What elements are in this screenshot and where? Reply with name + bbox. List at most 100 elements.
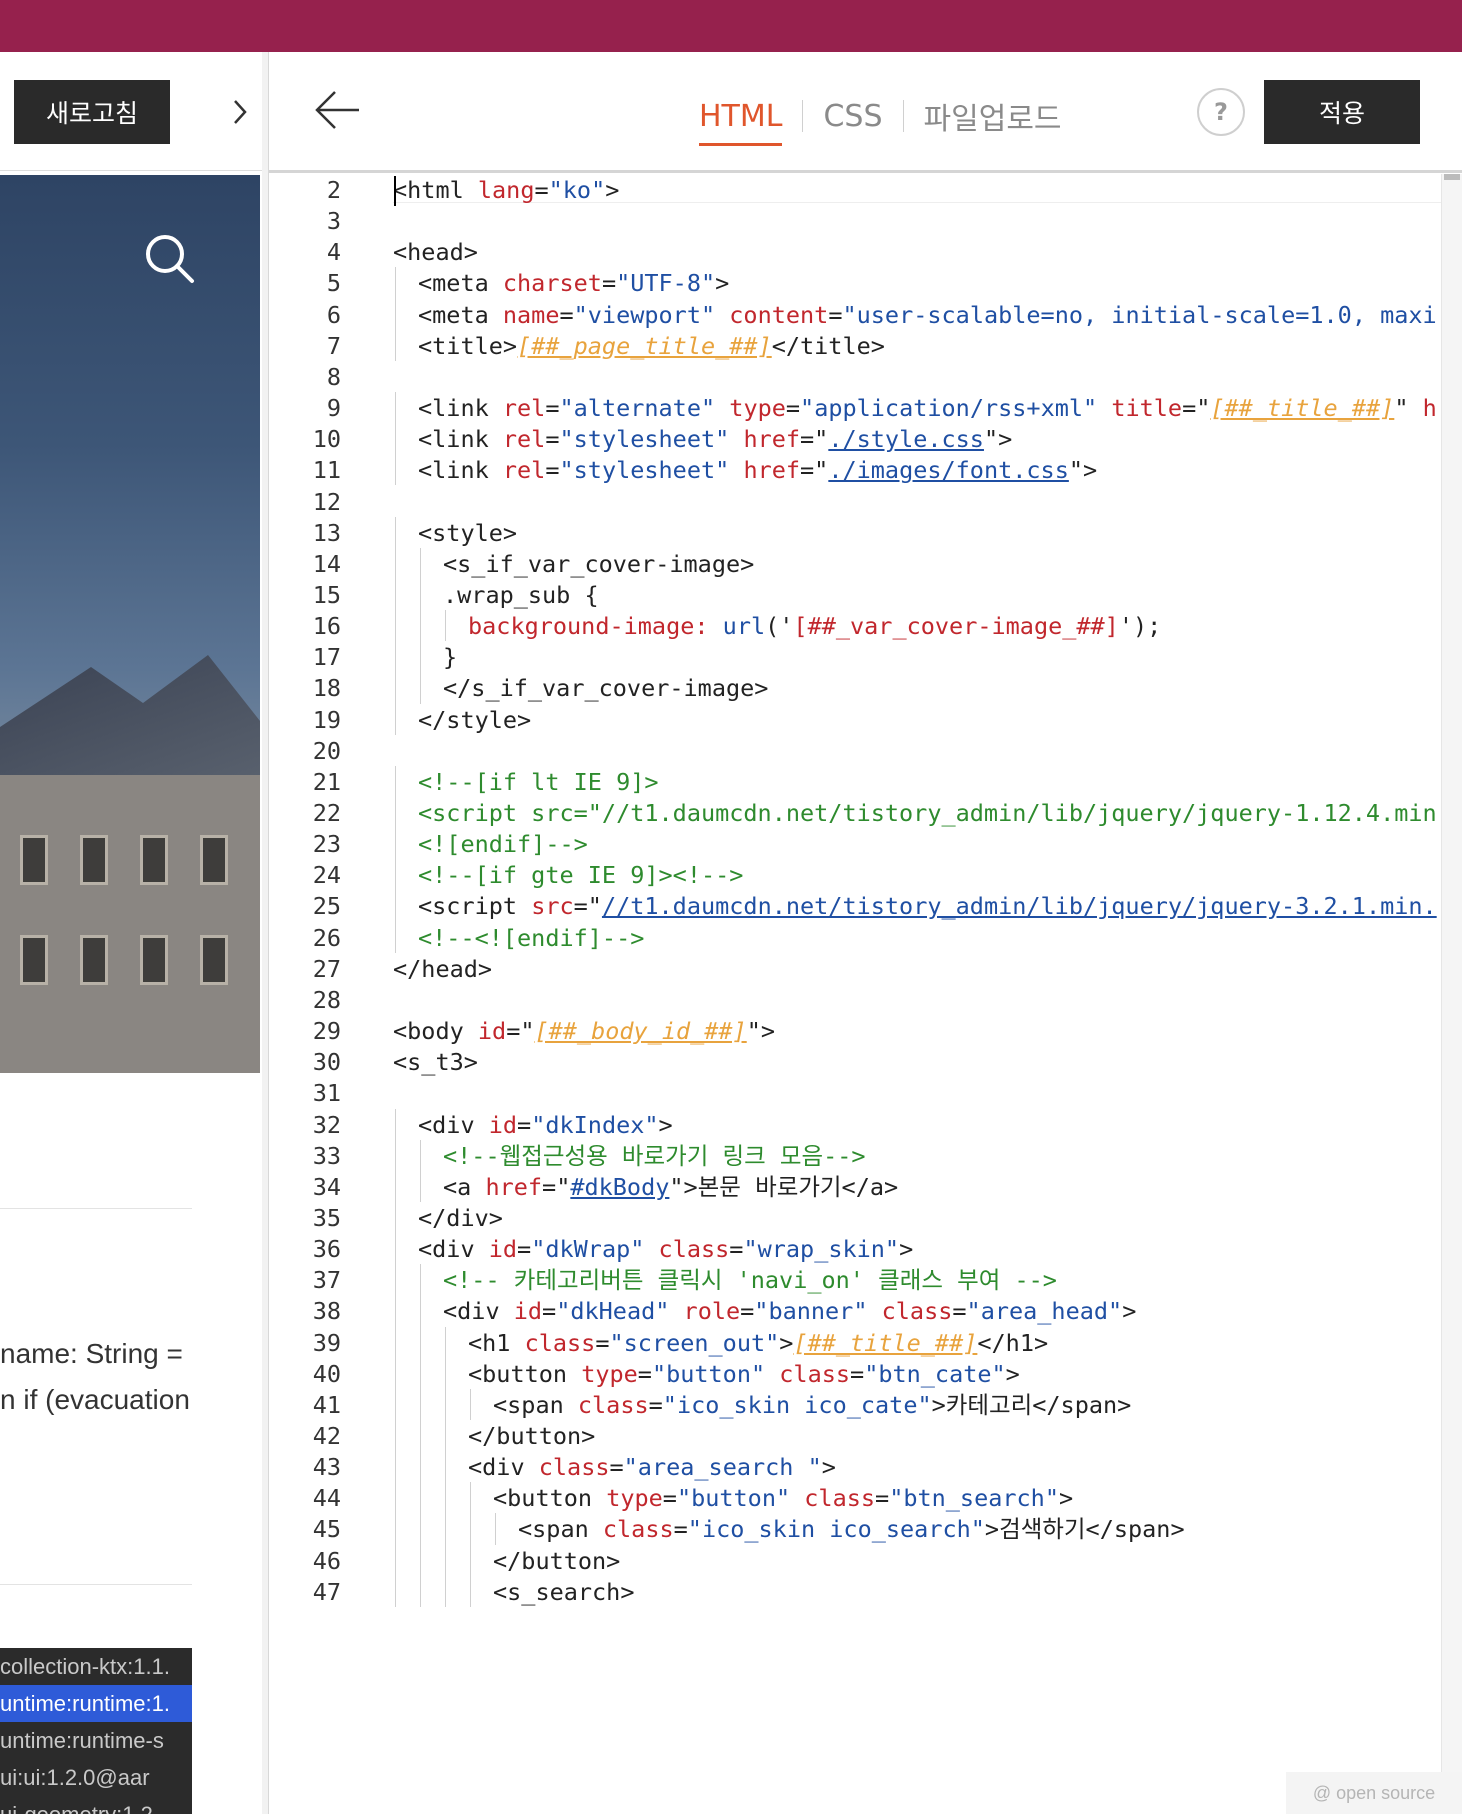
code-token: <link bbox=[418, 456, 503, 485]
list-item: ui-geometry:1.2 bbox=[0, 1796, 192, 1814]
search-icon[interactable] bbox=[140, 229, 200, 289]
indent-guide bbox=[395, 1575, 396, 1607]
code-token: href bbox=[485, 1172, 543, 1201]
back-arrow-icon[interactable] bbox=[313, 88, 363, 132]
code-token: <div bbox=[443, 1297, 514, 1326]
code-token: = bbox=[673, 1515, 688, 1544]
collapse-panel-button[interactable] bbox=[220, 92, 260, 132]
indent-guide bbox=[420, 672, 421, 704]
indent-guide bbox=[395, 641, 396, 673]
code-token: rel bbox=[502, 456, 546, 485]
code-token: = bbox=[517, 1110, 532, 1139]
code-token: <![endif]--> bbox=[418, 830, 588, 859]
code-token: <title> bbox=[418, 331, 518, 360]
code-token: id bbox=[488, 1110, 518, 1139]
indent-guide bbox=[445, 1451, 446, 1483]
tab-file-upload[interactable]: 파일업로드 bbox=[904, 94, 1082, 138]
code-token: [##_title_##] bbox=[1210, 394, 1395, 423]
code-token: "btn_search" bbox=[889, 1484, 1059, 1513]
help-button[interactable]: ? bbox=[1197, 88, 1245, 136]
apply-button[interactable]: 적용 bbox=[1264, 80, 1420, 144]
code-token: > bbox=[605, 176, 620, 204]
code-token: <!-- 카테고리버튼 클릭시 'navi_on' 클래스 부여 --> bbox=[443, 1266, 1057, 1295]
code-token: "button" bbox=[651, 1359, 766, 1388]
indent-guide bbox=[395, 454, 396, 486]
indent-guide bbox=[395, 1326, 396, 1358]
code-token: <div bbox=[418, 1110, 489, 1139]
code-line[interactable]: 47 <s_search> bbox=[269, 1574, 1462, 1610]
code-token: = bbox=[828, 300, 843, 329]
code-token: charset bbox=[502, 269, 602, 298]
code-token: "stylesheet" bbox=[559, 456, 730, 485]
code-token: <link bbox=[418, 425, 503, 454]
indent-guide bbox=[395, 298, 396, 330]
indent-guide bbox=[420, 1513, 421, 1545]
indent-guide bbox=[420, 578, 421, 611]
open-source-badge[interactable]: @ open source bbox=[1286, 1772, 1462, 1814]
indent-guide bbox=[395, 1264, 396, 1296]
code-token: > bbox=[715, 269, 730, 298]
editor-header: HTML CSS 파일업로드 ? 적용 bbox=[269, 52, 1462, 173]
indent-guide bbox=[470, 1513, 471, 1545]
indent-guide bbox=[395, 797, 396, 829]
indent-guide bbox=[420, 1264, 421, 1296]
code-token: content bbox=[729, 300, 829, 329]
code-token: background-image: bbox=[468, 612, 723, 641]
code-token: <div bbox=[468, 1453, 539, 1482]
tab-html[interactable]: HTML bbox=[679, 99, 802, 146]
code-token: "user-scalable=no, initial-scale=1.0, ma… bbox=[842, 300, 1437, 329]
indent-guide bbox=[395, 1170, 396, 1202]
code-token: <meta bbox=[418, 300, 503, 329]
code-token: id bbox=[477, 1017, 507, 1046]
refresh-button[interactable]: 새로고침 bbox=[14, 80, 170, 144]
code-token: = bbox=[850, 1359, 865, 1388]
indent-guide bbox=[395, 1357, 396, 1389]
code-token: > bbox=[779, 1328, 794, 1357]
indent-guide bbox=[420, 1544, 421, 1576]
code-token: </head> bbox=[393, 954, 493, 983]
code-token: = bbox=[648, 1390, 663, 1419]
indent-guide bbox=[445, 1420, 446, 1452]
code-token: [##_body_id_##] bbox=[534, 1017, 747, 1046]
code-token: = bbox=[785, 394, 801, 423]
code-token: <head> bbox=[393, 238, 478, 267]
indent-guide bbox=[395, 1420, 396, 1452]
list-item: collection-ktx:1.1. bbox=[0, 1654, 170, 1679]
indent-guide bbox=[395, 859, 396, 891]
code-token: > bbox=[821, 1453, 836, 1482]
code-token: class bbox=[779, 1359, 851, 1388]
indent-guide bbox=[395, 1295, 396, 1327]
indent-guide bbox=[395, 1201, 396, 1234]
code-token: role bbox=[683, 1297, 741, 1326]
indent-guide bbox=[470, 1544, 471, 1576]
code-token: =" bbox=[800, 425, 829, 454]
preview-toolbar: 새로고침 bbox=[0, 52, 262, 171]
indent-guide bbox=[470, 1388, 471, 1420]
code-editor[interactable]: 2 <html lang="ko"> 3 4 <head> 5 <meta charset=… bbox=[269, 174, 1462, 1814]
code-text: <s_search> bbox=[493, 1574, 634, 1610]
indent-guide bbox=[395, 921, 396, 953]
code-token: = bbox=[875, 1484, 890, 1513]
code-token: =" bbox=[1182, 394, 1211, 423]
indent-guide bbox=[420, 1482, 421, 1514]
code-token: > bbox=[899, 1235, 914, 1264]
code-token: > bbox=[1005, 1359, 1020, 1388]
code-token: = bbox=[545, 456, 560, 485]
tab-css[interactable]: CSS bbox=[803, 99, 902, 134]
code-token: "UTF-8" bbox=[616, 269, 716, 298]
code-token: = bbox=[601, 269, 617, 298]
editor-tabs: HTML CSS 파일업로드 bbox=[679, 94, 1082, 146]
code-token: "stylesheet" bbox=[559, 425, 730, 454]
indent-guide bbox=[420, 1170, 421, 1202]
indent-guide bbox=[395, 267, 396, 299]
indent-guide bbox=[395, 610, 396, 642]
code-token: </title> bbox=[771, 331, 885, 360]
code-token: "dkIndex" bbox=[531, 1110, 659, 1139]
code-token: <div bbox=[418, 1235, 489, 1264]
code-token: <s_search> bbox=[493, 1577, 635, 1606]
indent-guide bbox=[395, 1482, 396, 1514]
code-token: <!--웹접근성용 바로가기 링크 모음--> bbox=[443, 1141, 866, 1170]
code-token: > bbox=[1058, 1484, 1074, 1513]
